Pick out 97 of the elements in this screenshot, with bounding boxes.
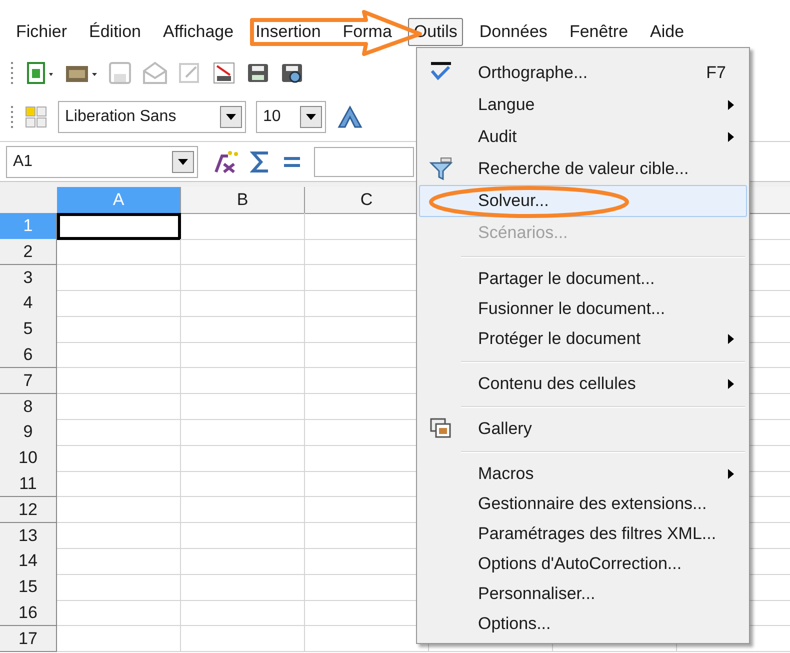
table-cell[interactable] <box>181 419 305 446</box>
selected-cell[interactable] <box>57 213 181 240</box>
table-cell[interactable] <box>181 445 305 472</box>
table-cell[interactable] <box>181 316 305 343</box>
row-header[interactable]: 8 <box>0 394 57 420</box>
dropdown-button[interactable] <box>220 106 242 128</box>
caret-icon <box>226 114 236 120</box>
table-cell[interactable] <box>181 368 305 394</box>
table-cell[interactable] <box>57 290 181 317</box>
table-cell[interactable] <box>181 548 305 575</box>
table-cell[interactable] <box>181 470 305 498</box>
table-cell[interactable] <box>181 496 305 524</box>
table-cell[interactable] <box>57 470 181 498</box>
caret-icon <box>306 114 316 120</box>
row-header[interactable]: 7 <box>0 368 57 394</box>
row-header[interactable]: 2 <box>0 238 57 266</box>
toolbar-grip-icon <box>10 61 14 85</box>
row-header[interactable]: 17 <box>0 626 57 652</box>
row-header[interactable]: 12 <box>0 496 57 524</box>
menu-item[interactable]: Édition <box>83 18 147 46</box>
menu-item[interactable]: Gallery <box>419 414 747 444</box>
menu-item[interactable]: Forma <box>336 18 398 46</box>
menu-item[interactable]: Contenu des cellules <box>419 369 747 399</box>
font-color-icon[interactable] <box>336 104 364 128</box>
table-cell[interactable] <box>181 342 305 368</box>
table-cell[interactable] <box>57 238 181 266</box>
shortcut-label: F7 <box>706 62 726 84</box>
menu-item[interactable]: Partager le document... <box>419 264 747 294</box>
print-preview-icon[interactable] <box>280 61 304 85</box>
row-header[interactable]: 14 <box>0 548 57 575</box>
name-box[interactable]: A1 <box>6 146 198 178</box>
table-cell[interactable] <box>57 626 181 652</box>
row-header[interactable]: 16 <box>0 600 57 626</box>
table-cell[interactable] <box>181 213 305 240</box>
table-cell[interactable] <box>57 419 181 446</box>
caret-icon <box>178 158 188 164</box>
table-cell[interactable] <box>57 600 181 626</box>
table-cell[interactable] <box>57 522 181 550</box>
menu-item[interactable]: Protéger le document <box>419 324 747 354</box>
menu-item[interactable]: Aide <box>644 18 690 46</box>
menu-item[interactable]: Fusionner le document... <box>419 294 747 324</box>
row-header[interactable]: 4 <box>0 290 57 317</box>
menu-item[interactable]: Audit <box>419 121 747 153</box>
table-cell[interactable] <box>181 290 305 317</box>
menu-item[interactable]: Gestionnaire des extensions... <box>419 489 747 519</box>
row-header[interactable]: 5 <box>0 316 57 343</box>
row-header[interactable]: 10 <box>0 445 57 472</box>
menu-item[interactable]: Langue <box>419 89 747 121</box>
table-cell[interactable] <box>57 574 181 601</box>
table-cell[interactable] <box>57 264 181 292</box>
menu-item[interactable]: Fenêtre <box>563 18 634 46</box>
menu-item[interactable]: Macros <box>419 459 747 489</box>
printer-icon[interactable] <box>246 61 270 85</box>
pencil-icon[interactable] <box>178 61 202 85</box>
toolbar-grip-icon <box>10 104 14 128</box>
row-header[interactable]: 9 <box>0 419 57 446</box>
corner-cell[interactable] <box>0 187 57 214</box>
row-header[interactable]: 15 <box>0 574 57 601</box>
table-cell[interactable] <box>181 238 305 266</box>
dropdown-button[interactable] <box>300 106 322 128</box>
table-cell[interactable] <box>57 445 181 472</box>
table-cell[interactable] <box>57 316 181 343</box>
row-header[interactable]: 6 <box>0 342 57 368</box>
menu-item[interactable]: Affichage <box>157 18 240 46</box>
table-cell[interactable] <box>181 626 305 652</box>
table-cell[interactable] <box>181 574 305 601</box>
formula-input[interactable] <box>314 146 414 176</box>
table-cell[interactable] <box>57 394 181 420</box>
menu-item[interactable]: Options... <box>419 609 747 639</box>
dropdown-button[interactable] <box>172 150 194 172</box>
sum-icon[interactable] <box>250 150 270 174</box>
row-header[interactable]: 11 <box>0 470 57 498</box>
spreadsheet-icon[interactable] <box>24 61 54 85</box>
column-header[interactable]: B <box>181 187 305 214</box>
row-header[interactable]: 13 <box>0 522 57 550</box>
table-cell[interactable] <box>181 264 305 292</box>
menu-item[interactable]: Personnaliser... <box>419 579 747 609</box>
table-cell[interactable] <box>57 368 181 394</box>
font-size-field[interactable]: 10 <box>256 100 326 132</box>
table-cell[interactable] <box>181 522 305 550</box>
menu-item[interactable]: Orthographe... F7 <box>419 57 747 89</box>
menu-item[interactable]: Paramétrages des filtres XML... <box>419 519 747 549</box>
table-cell[interactable] <box>57 496 181 524</box>
menu-item[interactable]: Fichier <box>10 18 74 46</box>
pdf-icon[interactable] <box>212 61 236 85</box>
styles-icon[interactable] <box>24 104 48 128</box>
menu-item[interactable]: Données <box>473 18 554 46</box>
menu-item[interactable]: Options d'AutoCorrection... <box>419 549 747 579</box>
row-header[interactable]: 3 <box>0 264 57 292</box>
menu-item[interactable]: Recherche de valeur cible... <box>419 153 747 185</box>
table-cell[interactable] <box>181 600 305 626</box>
table-cell[interactable] <box>57 548 181 575</box>
envelope-icon[interactable] <box>142 61 168 85</box>
menu-item[interactable]: Insertion <box>250 18 327 46</box>
table-cell[interactable] <box>181 394 305 420</box>
font-name-field[interactable]: Liberation Sans <box>58 100 246 132</box>
table-cell[interactable] <box>57 342 181 368</box>
